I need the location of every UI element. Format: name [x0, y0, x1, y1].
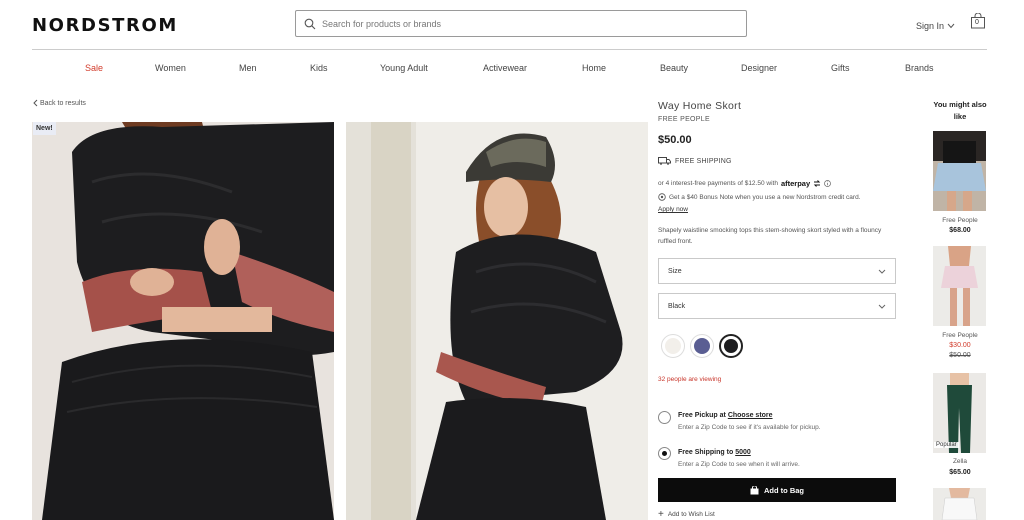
size-select[interactable]: Size [658, 258, 896, 284]
color-swatch-blue[interactable] [690, 334, 714, 358]
back-label: Back to results [40, 99, 86, 107]
pickup-title-text: Free Pickup at [678, 412, 726, 419]
free-shipping-note: FREE SHIPPING [658, 157, 732, 165]
sign-in-label: Sign In [916, 21, 945, 31]
recommendation-price-3: $65.00 [949, 469, 971, 476]
recommendation-brand-2: Free People [942, 332, 978, 339]
afterpay-text: or 4 interest-free payments of $12.50 wi… [658, 180, 778, 187]
new-badge: New! [33, 122, 56, 135]
search-bar[interactable] [295, 10, 747, 37]
bag-count: 0 [975, 19, 979, 26]
recommendation-image-3[interactable] [933, 373, 986, 453]
wishlist-label: Add to Wish List [667, 511, 715, 518]
nav-designer[interactable]: Designer [741, 63, 777, 73]
swatch-fill [665, 338, 681, 354]
header-divider [32, 49, 987, 50]
nav-activewear[interactable]: Activewear [483, 63, 527, 73]
nordstrom-logo[interactable]: NORDSTROM [32, 15, 178, 36]
nav-home[interactable]: Home [582, 63, 606, 73]
recommendation-image-2[interactable] [933, 246, 986, 326]
recommendation-price-1: $68.00 [949, 227, 971, 234]
afterpay-arrows-icon [813, 180, 821, 187]
add-to-wishlist-link[interactable]: + Add to Wish List [658, 508, 715, 520]
search-icon [304, 18, 316, 29]
nav-gifts[interactable]: Gifts [831, 63, 850, 73]
color-select[interactable]: Black [658, 293, 896, 319]
product-brand[interactable]: FREE PEOPLE [658, 116, 710, 123]
recommendation-brand-3: Zella [952, 458, 968, 465]
truck-icon [658, 157, 671, 165]
shipping-radio[interactable] [658, 447, 671, 460]
shipping-title-text: Free Shipping to [678, 449, 734, 456]
nav-brands[interactable]: Brands [905, 63, 934, 73]
recommendation-image-1[interactable] [933, 131, 986, 211]
popular-badge: Popular [934, 442, 959, 448]
recommendations-heading: You might also like [933, 100, 987, 121]
nav-women[interactable]: Women [155, 63, 186, 73]
recommendation-orig-price-2: $50.00 [949, 352, 971, 359]
apply-now-link[interactable]: Apply now [658, 206, 688, 213]
sign-in-link[interactable]: Sign In [916, 21, 955, 31]
color-select-label: Black [668, 302, 686, 310]
pickup-option-title: Free Pickup at Choose store [678, 412, 773, 419]
swatch-fill [694, 338, 710, 354]
recommendation-image-4[interactable] [933, 488, 986, 520]
nav-sale[interactable]: Sale [85, 63, 103, 73]
credit-card-icon [658, 193, 666, 201]
pickup-radio[interactable] [658, 411, 671, 424]
shipping-option-title: Free Shipping to 5000 [678, 449, 751, 456]
chevron-down-icon [878, 269, 886, 274]
nav-men[interactable]: Men [239, 63, 257, 73]
product-title: Way Home Skort [658, 100, 742, 112]
product-image-1[interactable] [32, 122, 334, 520]
viewers-count: 32 people are viewing [658, 376, 722, 383]
zip-code-link[interactable]: 5000 [735, 449, 751, 456]
choose-store-link[interactable]: Choose store [728, 412, 773, 419]
pickup-option-subtext: Enter a Zip Code to see if it's availabl… [678, 424, 821, 431]
bonus-text: Get a $40 Bonus Note when you use a new … [669, 193, 861, 201]
add-to-bag-button[interactable]: Add to Bag [658, 478, 896, 502]
nav-young-adult[interactable]: Young Adult [380, 63, 428, 73]
plus-icon: + [658, 508, 664, 520]
afterpay-logo: afterpay [780, 179, 811, 188]
chevron-down-icon [878, 304, 886, 309]
shopping-bag-icon [750, 485, 759, 494]
chevron-left-icon [33, 99, 38, 107]
recommendation-sale-price-2: $30.00 [949, 342, 971, 349]
shipping-option-subtext: Enter a Zip Code to see when it will arr… [678, 461, 800, 468]
product-description: Shapely waistline smocking tops this ste… [658, 227, 882, 245]
color-swatch-black[interactable] [719, 334, 743, 358]
color-swatch-white[interactable] [661, 334, 685, 358]
size-select-label: Size [668, 267, 682, 275]
recommendation-brand-1: Free People [942, 217, 978, 224]
product-image-2[interactable] [346, 122, 648, 520]
free-shipping-label: FREE SHIPPING [675, 157, 732, 165]
nav-kids[interactable]: Kids [310, 63, 328, 73]
search-input[interactable] [322, 18, 722, 29]
add-to-bag-label: Add to Bag [764, 485, 804, 495]
nav-beauty[interactable]: Beauty [660, 63, 688, 73]
back-to-results-link[interactable]: Back to results [33, 99, 86, 107]
afterpay-note: or 4 interest-free payments of $12.50 wi… [658, 179, 831, 188]
info-icon[interactable] [824, 180, 831, 187]
bonus-note: Get a $40 Bonus Note when you use a new … [658, 193, 861, 201]
swatch-fill [724, 339, 738, 353]
product-price: $50.00 [658, 134, 692, 146]
chevron-down-icon [947, 23, 955, 29]
